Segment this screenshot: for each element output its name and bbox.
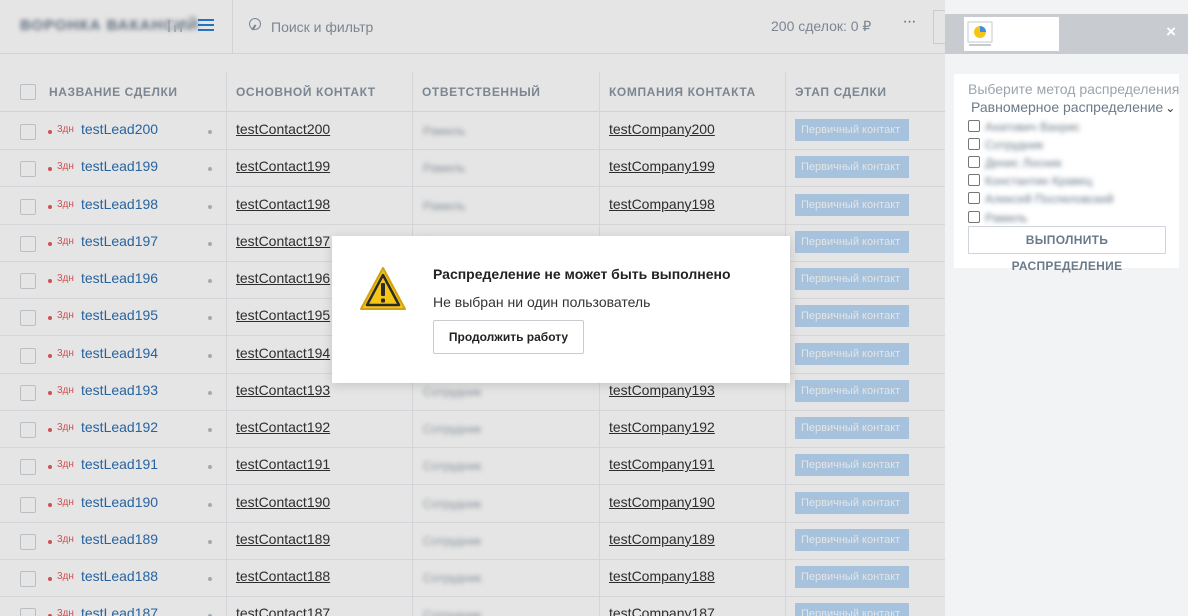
user-checkbox[interactable]: [968, 174, 980, 187]
user-checkbox[interactable]: [968, 120, 980, 132]
warning-icon: [360, 267, 406, 310]
method-label: Выберите метод распределения: [968, 81, 1180, 97]
method-select-value: Равномерное распределение: [971, 99, 1164, 115]
user-name: Денис Лосник: [985, 156, 1062, 171]
chevron-down-icon: ⌄: [1165, 101, 1176, 115]
user-checkbox[interactable]: [968, 192, 980, 205]
user-name: Константин Кравец: [985, 174, 1093, 189]
user-checkbox[interactable]: [968, 210, 980, 223]
user-name: Алексей Поспеловский: [985, 192, 1114, 207]
widget-logo: [964, 17, 1059, 51]
dialog-message: Не выбран ни один пользователь: [433, 294, 651, 310]
method-select[interactable]: Равномерное распределение ⌄: [971, 99, 1175, 115]
close-icon[interactable]: ×: [1166, 22, 1176, 42]
alert-dialog: Распределение не может быть выполнено Не…: [332, 236, 790, 383]
distribution-form: Выберите метод распределения Равномерное…: [954, 74, 1180, 273]
distribution-side-panel: × Выберите метод распределения Равномерн…: [945, 0, 1188, 616]
user-name: Ахатович Вахрис: [985, 120, 1081, 134]
side-panel-header: ×: [945, 14, 1188, 54]
continue-button[interactable]: Продолжить работу: [433, 320, 584, 354]
user-name: Сотрудник: [985, 138, 1044, 153]
dialog-title: Распределение не может быть выполнено: [433, 266, 731, 282]
user-name: Рамиль: [985, 210, 1028, 225]
run-distribution-button[interactable]: ВЫПОЛНИТЬ РАСПРЕДЕЛЕНИЕ: [968, 226, 1166, 273]
user-checkbox[interactable]: [968, 156, 980, 169]
user-checkbox[interactable]: [968, 138, 980, 151]
